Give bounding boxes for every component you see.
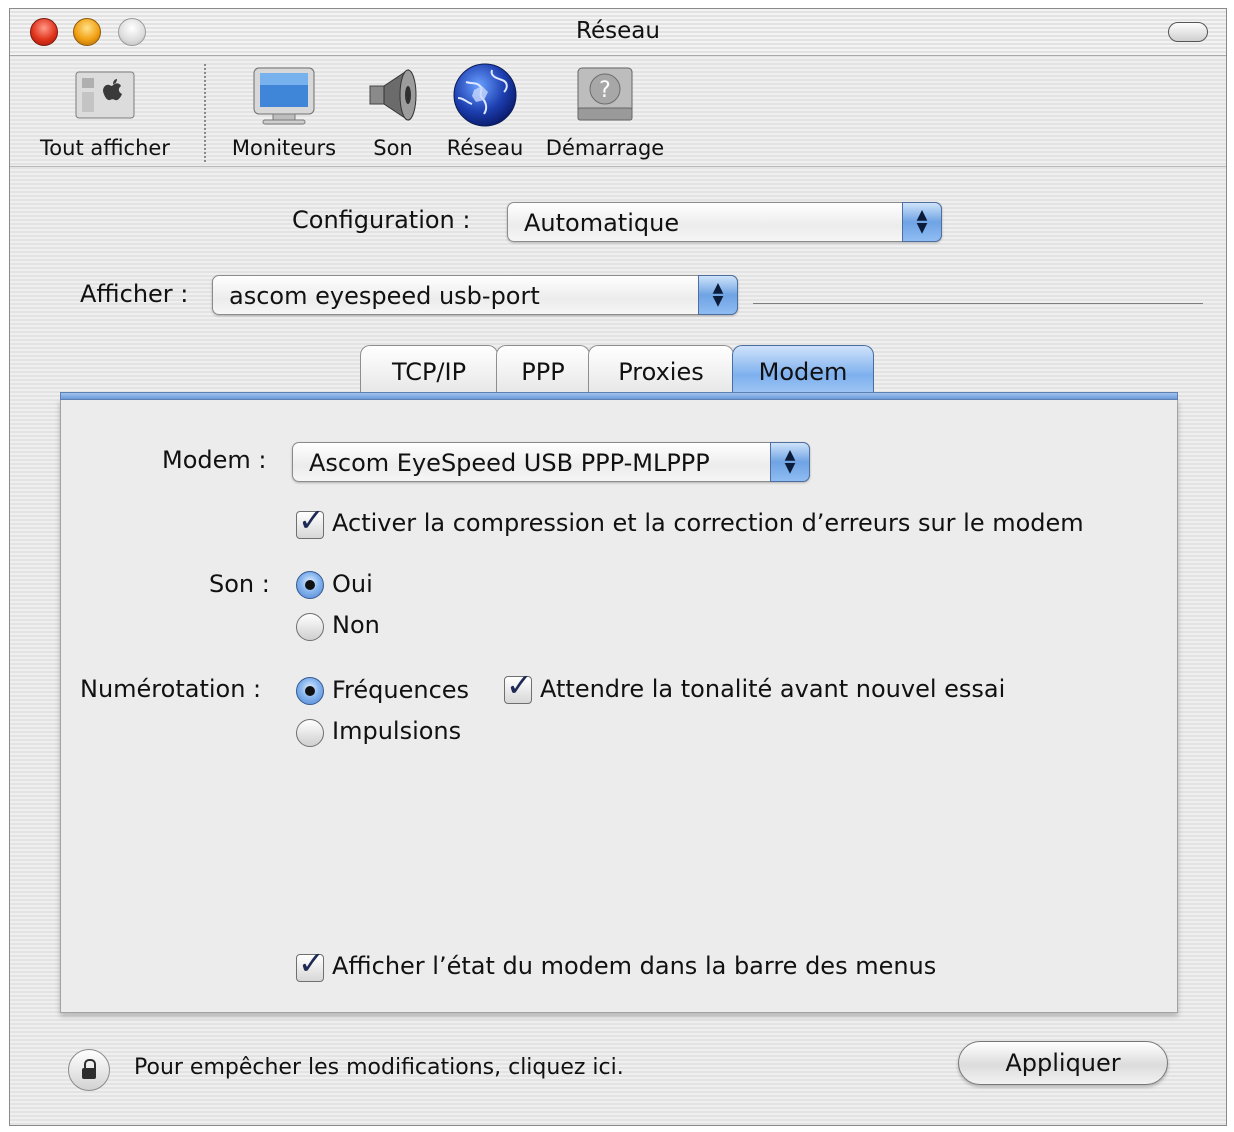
modem-value: Ascom EyeSpeed USB PPP-MLPPP [309, 449, 710, 477]
configuration-value: Automatique [524, 209, 680, 237]
popup-arrows-icon: ▲ ▼ [698, 275, 738, 315]
toolbar-label: Moniteurs [231, 136, 337, 160]
configuration-popup[interactable]: Automatique ▲ ▼ [507, 202, 942, 242]
lock-text[interactable]: Pour empêcher les modifications, cliquez… [134, 1055, 624, 1080]
sound-yes-radio[interactable] [296, 571, 324, 599]
svg-text:?: ? [599, 78, 611, 103]
tab-modem[interactable]: Modem [732, 345, 874, 399]
configuration-label: Configuration : [292, 206, 471, 234]
toolbar-separator [204, 64, 206, 162]
sound-label: Son : [209, 570, 270, 598]
toolbar-label: Démarrage [545, 136, 665, 160]
tab-content-panel [60, 399, 1178, 1013]
toolbar: Tout afficher Moniteurs Son Réseau ? Dém… [10, 56, 1226, 167]
toolbar-label: Réseau [446, 136, 524, 160]
toolbar-item-network[interactable]: Réseau [442, 62, 528, 160]
checkmark-icon: ✓ [506, 666, 533, 704]
popup-arrows-icon: ▲ ▼ [902, 202, 942, 242]
toolbar-item-sound[interactable]: Son [360, 62, 426, 160]
startup-disk-icon: ? [572, 62, 638, 128]
separator-line [753, 303, 1203, 304]
tab-proxies[interactable]: Proxies [588, 345, 734, 399]
toolbar-item-startup-disk[interactable]: ? Démarrage [540, 62, 670, 160]
show-value: ascom eyespeed usb-port [229, 282, 540, 310]
preferences-window: Réseau Tout afficher Moniteurs Son Résea… [9, 8, 1227, 1126]
show-popup[interactable]: ascom eyespeed usb-port ▲ ▼ [212, 275, 738, 315]
toolbar-label: Son [373, 136, 413, 160]
compression-checkbox[interactable]: ✓ [296, 502, 325, 539]
menu-status-checkbox-label[interactable]: Afficher l’état du modem dans la barre d… [332, 952, 936, 980]
window-title: Réseau [576, 18, 660, 44]
modem-label: Modem : [162, 446, 267, 474]
show-all-icon [72, 62, 138, 128]
globe-icon [452, 62, 518, 128]
monitor-icon [251, 62, 317, 128]
popup-arrows-icon: ▲ ▼ [770, 442, 810, 482]
toolbar-item-displays[interactable]: Moniteurs [226, 62, 342, 160]
menu-status-checkbox[interactable]: ✓ [296, 945, 325, 982]
wait-tone-checkbox-label[interactable]: Attendre la tonalité avant nouvel essai [540, 675, 1005, 703]
dialing-tone-label[interactable]: Fréquences [332, 676, 469, 704]
dialing-label: Numérotation : [80, 675, 262, 703]
compression-checkbox-label[interactable]: Activer la compression et la correction … [332, 509, 1084, 537]
lock-button[interactable] [68, 1049, 110, 1091]
show-label: Afficher : [80, 280, 189, 308]
tab-tcp-ip[interactable]: TCP/IP [360, 345, 498, 399]
toolbar-item-show-all[interactable]: Tout afficher [34, 62, 176, 160]
sound-yes-label[interactable]: Oui [332, 570, 373, 598]
apply-button[interactable]: Appliquer [958, 1041, 1168, 1085]
speaker-icon [360, 62, 426, 128]
wait-tone-checkbox[interactable]: ✓ [504, 667, 533, 704]
dialing-tone-radio[interactable] [296, 677, 324, 705]
dialing-pulse-label[interactable]: Impulsions [332, 717, 461, 745]
tab-indicator-bar [60, 392, 1178, 400]
checkmark-icon: ✓ [298, 501, 325, 539]
toolbar-label: Tout afficher [40, 136, 170, 160]
sound-no-label[interactable]: Non [332, 611, 380, 639]
dialing-pulse-radio[interactable] [296, 719, 324, 747]
modem-popup[interactable]: Ascom EyeSpeed USB PPP-MLPPP ▲ ▼ [292, 442, 810, 482]
checkmark-icon: ✓ [298, 944, 325, 982]
title-bar[interactable]: Réseau [10, 9, 1226, 56]
toolbar-toggle-button[interactable] [1168, 22, 1208, 42]
sound-no-radio[interactable] [296, 613, 324, 641]
tab-ppp[interactable]: PPP [496, 345, 590, 399]
